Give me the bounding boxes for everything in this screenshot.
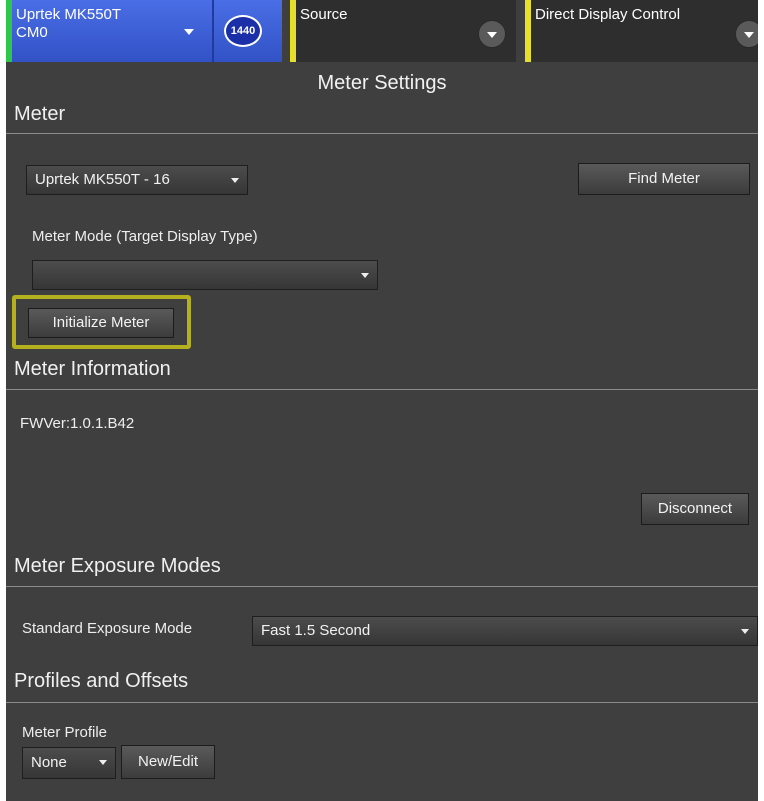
exposure-mode-value: Fast 1.5 Second: [261, 622, 371, 639]
meter-profile-value: None: [31, 754, 67, 771]
chevron-down-icon: [99, 760, 107, 765]
chevron-down-icon[interactable]: [478, 20, 506, 48]
disconnect-button[interactable]: Disconnect: [641, 493, 749, 525]
divider: [6, 702, 758, 703]
meter-select-value: Uprtek MK550T - 16: [35, 171, 170, 188]
tab-ddc-label: Direct Display Control: [535, 6, 681, 23]
tab-status-stripe: [6, 0, 12, 62]
divider: [6, 133, 758, 134]
tab-meter-name: Uprtek MK550T: [16, 6, 122, 23]
tab-source-label: Source: [300, 6, 348, 23]
tab-direct-display-control[interactable]: Direct Display Control: [525, 0, 758, 62]
section-heading-profiles: Profiles and Offsets: [14, 670, 189, 692]
section-heading-exposure-modes: Meter Exposure Modes: [14, 555, 221, 577]
divider: [6, 389, 758, 390]
resolution-badge[interactable]: 1440: [224, 15, 262, 47]
tab-status-stripe: [525, 0, 531, 62]
chevron-down-icon: [741, 629, 749, 634]
meter-settings-panel: Uprtek MK550T CM0 1440 Source Direct Dis…: [6, 0, 758, 801]
chevron-down-icon: [361, 273, 369, 278]
chevron-down-icon[interactable]: [176, 18, 202, 44]
new-edit-button[interactable]: New/Edit: [121, 745, 215, 779]
section-heading-meter: Meter: [14, 103, 66, 125]
standard-exposure-label: Standard Exposure Mode: [22, 620, 193, 637]
firmware-version: FWVer:1.0.1.B42: [20, 415, 135, 432]
tab-source[interactable]: Source: [290, 0, 516, 62]
meter-select[interactable]: Uprtek MK550T - 16: [26, 165, 248, 195]
chevron-down-icon[interactable]: [735, 20, 758, 48]
page-title: Meter Settings: [317, 72, 447, 94]
meter-profile-label: Meter Profile: [22, 724, 108, 741]
tab-meter-label: Uprtek MK550T CM0: [16, 6, 121, 42]
meter-profile-select[interactable]: None: [22, 747, 116, 779]
exposure-mode-select[interactable]: Fast 1.5 Second: [252, 616, 758, 646]
highlight-box: [12, 295, 191, 349]
tab-meter-sub: CM0: [16, 24, 48, 41]
tab-meter[interactable]: Uprtek MK550T CM0 1440: [6, 0, 282, 62]
chevron-down-icon: [231, 178, 239, 183]
tab-divider: [212, 0, 214, 62]
meter-mode-label: Meter Mode (Target Display Type): [32, 228, 258, 245]
meter-mode-select[interactable]: [32, 260, 378, 290]
tab-status-stripe: [290, 0, 296, 62]
divider: [6, 586, 758, 587]
find-meter-button[interactable]: Find Meter: [578, 163, 750, 195]
section-heading-meter-information: Meter Information: [14, 358, 171, 380]
